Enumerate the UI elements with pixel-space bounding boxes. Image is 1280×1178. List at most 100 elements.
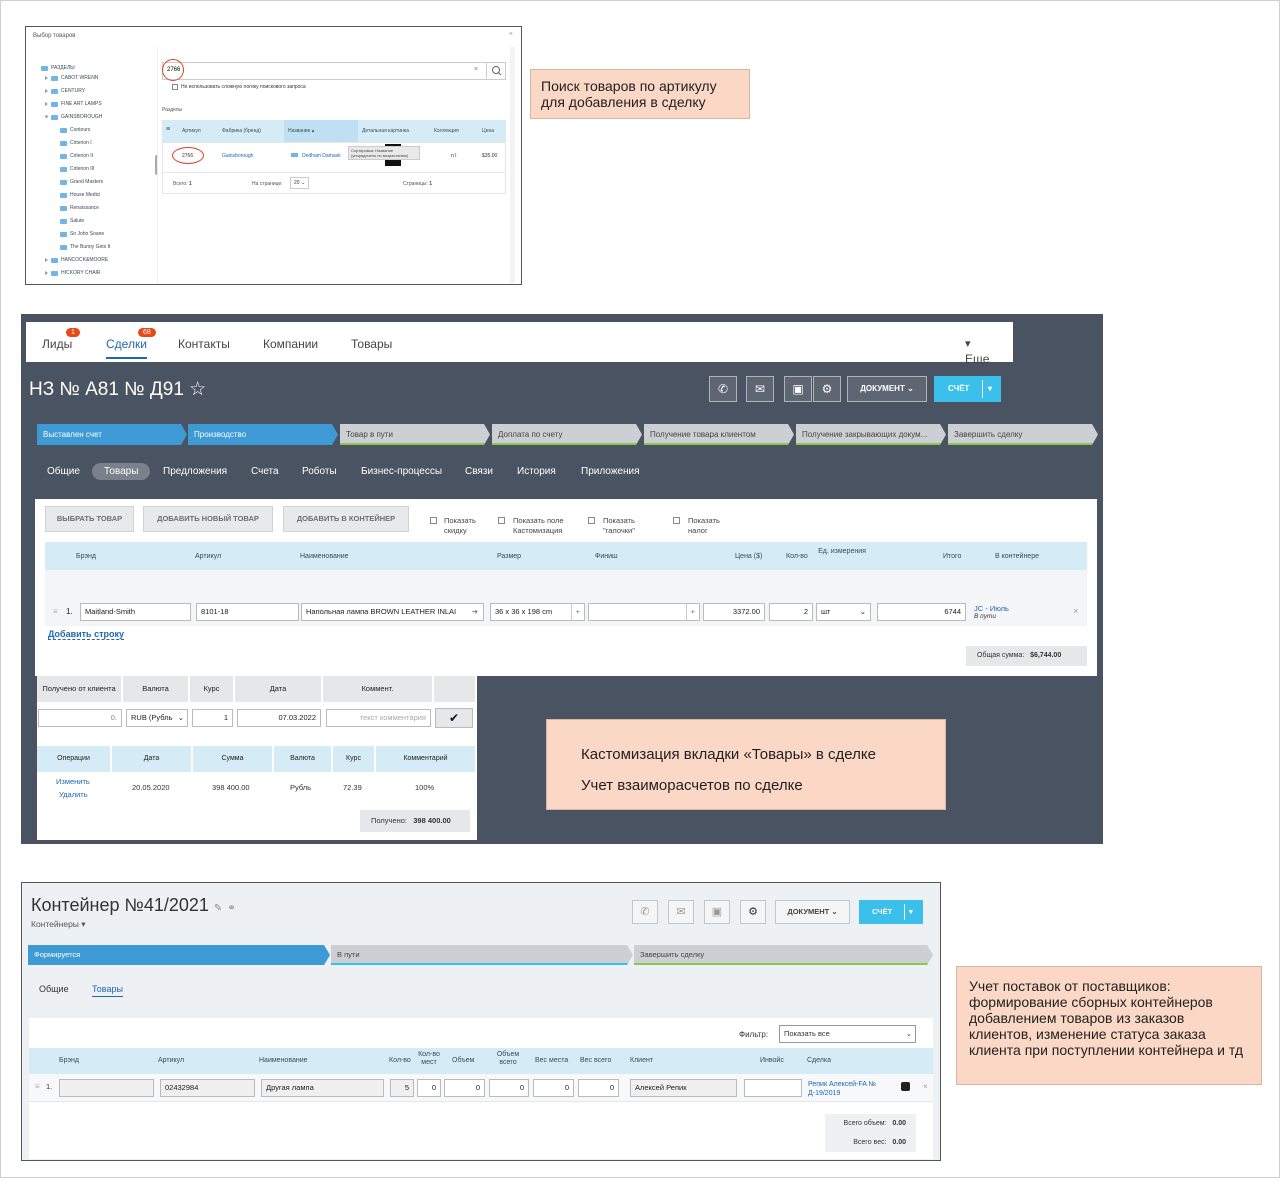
tree-item[interactable]: GAINSBOROUGH: [44, 114, 102, 120]
tab-more[interactable]: Еще ▾: [965, 337, 989, 366]
invoice-input[interactable]: [744, 1079, 802, 1097]
finish-input[interactable]: +: [588, 603, 700, 621]
subtab-products[interactable]: Товары: [92, 984, 123, 997]
tree-item[interactable]: Sir John Soane: [60, 231, 104, 237]
confirm-payment-button[interactable]: ✔: [435, 708, 473, 728]
show-custom-checkbox[interactable]: [498, 517, 505, 524]
tree-item[interactable]: Criterion I: [60, 140, 92, 146]
email-button[interactable]: ✉: [746, 376, 774, 402]
invoice-button[interactable]: СЧЁТ ▾: [934, 376, 1001, 402]
comment-input[interactable]: текст комментария: [326, 709, 431, 727]
per-page-select[interactable]: 20 ⌄: [290, 177, 310, 189]
brand-input[interactable]: Maitland-Smith: [80, 603, 191, 621]
edit-link[interactable]: Изменить: [56, 777, 90, 786]
search-input[interactable]: 2766 ×: [162, 62, 506, 80]
tree-item[interactable]: FINE ART LAMPS: [45, 101, 102, 107]
tree-item[interactable]: CABOT WRENN: [45, 75, 98, 81]
places-input[interactable]: 0: [417, 1079, 441, 1097]
stage-in-transit[interactable]: Товар в пути: [340, 424, 490, 445]
client-input[interactable]: Алексей Репик: [630, 1079, 737, 1097]
tree-item[interactable]: CENTURY: [45, 88, 85, 94]
remove-row-icon[interactable]: ×: [923, 1082, 928, 1091]
tree-root[interactable]: РАЗДЕЛЫ: [41, 65, 75, 71]
show-ticks-checkbox[interactable]: [588, 517, 595, 524]
settings-button[interactable]: ⚙: [813, 376, 841, 402]
breadcrumb[interactable]: Контейнеры ▾: [31, 919, 86, 930]
tab-products[interactable]: Товары: [351, 337, 392, 351]
subtab-products[interactable]: Товары: [92, 463, 151, 480]
article-input[interactable]: 02432984: [160, 1079, 255, 1097]
tree-item[interactable]: Grand Masters: [60, 179, 103, 185]
chat-button[interactable]: ▣: [704, 900, 730, 924]
tree-item[interactable]: HICKORY CHAIR: [45, 270, 101, 276]
menu-icon[interactable]: ≡: [166, 126, 170, 133]
qty-input[interactable]: 5: [390, 1079, 414, 1097]
tree-item[interactable]: Criterion III: [60, 166, 94, 172]
stage-payment[interactable]: Доплата по счету: [492, 424, 642, 445]
search-button[interactable]: [486, 62, 506, 80]
tab-contacts[interactable]: Контакты: [178, 337, 230, 351]
name-input[interactable]: Напольная лампа BROWN LEATHER INLAI ➔: [301, 603, 484, 621]
tree-item[interactable]: House Medici: [60, 192, 100, 198]
show-discount-checkbox[interactable]: [430, 517, 437, 524]
qty-input[interactable]: 2: [769, 603, 813, 621]
weight-place-input[interactable]: 0: [533, 1079, 574, 1097]
tree-item[interactable]: Renaissance: [60, 205, 99, 211]
chat-button[interactable]: ▣: [784, 376, 812, 402]
call-button[interactable]: ✆: [632, 900, 658, 924]
stage-invoiced[interactable]: Выставлен счет: [37, 424, 187, 445]
remove-row-icon[interactable]: ×: [1073, 606, 1078, 616]
subtab-bizproc[interactable]: Бизнес-процессы: [361, 466, 442, 477]
subtab-robots[interactable]: Роботы: [302, 466, 337, 477]
settings-button[interactable]: ⚙: [740, 900, 766, 924]
col-collection[interactable]: Коллекция: [434, 128, 459, 134]
col-article[interactable]: Артикул: [182, 128, 201, 134]
tree-item[interactable]: Criterion II: [60, 153, 93, 159]
subtab-general[interactable]: Общие: [47, 466, 80, 477]
delete-link[interactable]: Удалить: [59, 790, 88, 799]
cell-brand[interactable]: Gainsborough: [222, 153, 253, 159]
stage-in-transit[interactable]: В пути: [331, 945, 633, 965]
subtab-offers[interactable]: Предложения: [163, 466, 227, 477]
container-link[interactable]: JC - Июль: [974, 604, 1009, 613]
col-name[interactable]: Название ▴: [284, 120, 358, 142]
brand-input[interactable]: [59, 1079, 154, 1097]
volume-input[interactable]: 0: [444, 1079, 485, 1097]
article-input[interactable]: 8101-18: [196, 603, 299, 621]
stage-finish[interactable]: Завершить сделку: [948, 424, 1098, 445]
clear-icon[interactable]: ×: [474, 66, 478, 73]
total-input[interactable]: 6744: [877, 603, 966, 621]
rate-input[interactable]: 1: [192, 709, 233, 727]
stage-receipt[interactable]: Получение товара клиентом: [644, 424, 794, 445]
volume-total-input[interactable]: 0: [489, 1079, 529, 1097]
tree-item[interactable]: HANCOCK&MOORE: [45, 257, 108, 263]
stage-forming[interactable]: Формируется: [28, 945, 330, 965]
add-new-product-button[interactable]: ДОБАВИТЬ НОВЫЙ ТОВАР: [143, 506, 273, 532]
document-button[interactable]: ДОКУМЕНТ ⌄: [847, 376, 927, 402]
received-input[interactable]: 0.: [38, 709, 122, 727]
document-button[interactable]: ДОКУМЕНТ ⌄: [775, 900, 850, 924]
add-row-link[interactable]: Добавить строку: [48, 629, 125, 640]
stage-closing-docs[interactable]: Получение закрывающих докум...: [796, 424, 946, 445]
col-picture[interactable]: Детальная картинка: [362, 128, 409, 134]
tab-leads[interactable]: Лиды: [42, 337, 72, 351]
price-input[interactable]: 3372.00: [703, 603, 765, 621]
col-brand[interactable]: Фабрика (бренд): [222, 128, 261, 134]
add-to-container-button[interactable]: ДОБАВИТЬ В КОНТЕЙНЕР: [283, 506, 409, 532]
stage-production[interactable]: Производство: [188, 424, 338, 445]
tab-deals[interactable]: Сделки: [106, 337, 147, 359]
tab-companies[interactable]: Компании: [263, 337, 318, 351]
subtab-apps[interactable]: Приложения: [581, 466, 640, 477]
unit-select[interactable]: шт ⌄: [816, 603, 871, 621]
email-button[interactable]: ✉: [668, 900, 694, 924]
select-product-button[interactable]: ВЫБРАТЬ ТОВАР: [45, 506, 134, 532]
date-input[interactable]: 07.03.2022: [237, 709, 321, 727]
tree-item[interactable]: Salute: [60, 218, 84, 224]
subtab-invoices[interactable]: Счета: [251, 466, 279, 477]
col-price[interactable]: Цена: [482, 128, 494, 134]
cell-name[interactable]: Dedham Damask: [291, 153, 341, 159]
currency-select[interactable]: RUB (Рубль ⌄: [126, 709, 188, 727]
subtab-general[interactable]: Общие: [39, 984, 69, 994]
tree-item[interactable]: Contours: [60, 127, 90, 133]
tree-item[interactable]: The Bunny Gets It: [60, 244, 110, 250]
